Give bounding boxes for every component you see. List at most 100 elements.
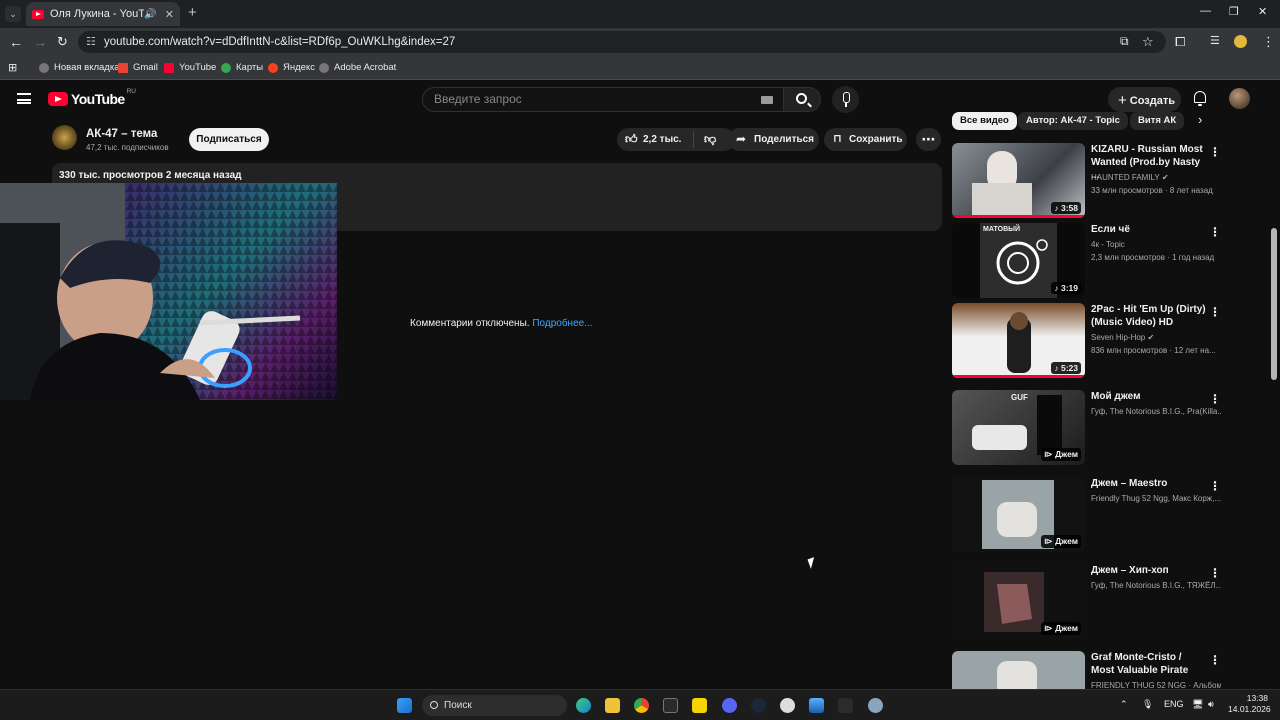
profile-icon[interactable] [1234, 35, 1247, 48]
keyboard-icon[interactable] [761, 96, 773, 104]
video-thumbnail[interactable]: GUF ⧐ Джем [952, 390, 1085, 465]
learn-more-link[interactable]: Подробнее... [532, 318, 592, 329]
recommendation-item[interactable]: ⧐ Джем Джем – Хип-хоп Гуф, The Notorious… [952, 564, 1224, 642]
recommendation-item[interactable]: ♪ 3:58 KIZARU - Russian Most Wanted (Pro… [952, 143, 1224, 221]
tab-search-menu-icon[interactable]: ⌄ [5, 6, 21, 22]
menu-hamburger-icon[interactable] [17, 93, 31, 104]
chip-vitya-ak[interactable]: Витя АК [1130, 112, 1185, 130]
page-scrollbar[interactable] [1271, 228, 1277, 380]
video-title[interactable]: Если чё [1091, 223, 1206, 236]
settings-gear-icon[interactable] [868, 698, 883, 713]
like-icon[interactable]: 👍︎ [625, 128, 638, 151]
chips-next-chevron-icon[interactable]: › [1198, 112, 1202, 127]
new-tab-button[interactable]: + [188, 4, 197, 21]
video-thumbnail[interactable]: ⧐ Джем [952, 564, 1085, 639]
voice-search-icon[interactable] [832, 86, 859, 113]
video-thumbnail[interactable]: ♪ 3:58 [952, 143, 1085, 218]
close-window-icon[interactable]: ✕ [1258, 5, 1267, 18]
bookmark-youtube[interactable]: YouTube [164, 62, 216, 73]
recommendation-item[interactable]: ♪ 5:23 2Pac - Hit 'Em Up (Dirty) (Music … [952, 303, 1224, 381]
apps-grid-icon[interactable]: ⊞ [8, 61, 17, 74]
youtube-logo[interactable]: YouTube RU [48, 88, 136, 107]
more-options-icon[interactable]: ⋮ [1209, 479, 1221, 493]
network-icon[interactable]: 🖥︎ [1192, 699, 1203, 710]
dislike-icon[interactable]: 👎︎ [704, 128, 716, 151]
notifications-bell-icon[interactable] [1193, 90, 1207, 106]
video-title[interactable]: 2Pac - Hit 'Em Up (Dirty) (Music Video) … [1091, 303, 1206, 329]
video-thumbnail[interactable]: ⧐ Джем [952, 477, 1085, 552]
photos-icon[interactable] [809, 698, 824, 713]
video-thumbnail[interactable] [952, 651, 1085, 689]
save-button[interactable]: ⊓ Сохранить [824, 128, 907, 151]
app-icon[interactable] [838, 698, 853, 713]
more-options-icon[interactable]: ⋮ [1209, 225, 1221, 239]
bookmark-yandex[interactable]: Яндекс [268, 62, 315, 73]
bookmark-gmail[interactable]: Gmail [118, 62, 158, 73]
create-button[interactable]: + Создать [1108, 87, 1181, 112]
restore-icon[interactable]: ❐ [1229, 5, 1239, 18]
steam-icon[interactable] [751, 698, 766, 713]
tray-mic-icon[interactable]: 🎙︎ [1142, 699, 1153, 710]
file-explorer-icon[interactable] [605, 698, 620, 713]
bookmark-maps[interactable]: Карты [221, 62, 263, 73]
obs-icon[interactable] [780, 698, 795, 713]
bookmark-new-tab[interactable]: Новая вкладка [39, 62, 119, 73]
input-language[interactable]: ENG [1164, 699, 1184, 709]
video-title[interactable]: Джем – Maestro [1091, 477, 1206, 490]
channel-name[interactable]: АК-47 – тема [86, 128, 157, 140]
bookmark-adobe-acrobat[interactable]: Adobe Acrobat [319, 62, 396, 73]
more-options-icon[interactable]: ⋮ [1209, 305, 1221, 319]
chip-all-videos[interactable]: Все видео [952, 112, 1017, 130]
video-channel[interactable]: HAUNTED FAMILY ✔ [1091, 172, 1221, 184]
close-tab-icon[interactable]: ✕ [165, 8, 174, 21]
channel-avatar[interactable] [52, 125, 77, 150]
more-options-icon[interactable]: ⋮ [1209, 653, 1221, 667]
recommendation-item[interactable]: Graf Monte-Cristo / Most Valuable Pirate… [952, 651, 1224, 689]
video-channel[interactable]: Friendly Thug 52 Ngg, Макс Корж,... [1091, 493, 1221, 505]
reading-list-icon[interactable]: ☰ [1210, 34, 1220, 47]
terminal-icon[interactable] [663, 698, 678, 713]
windows-start-icon[interactable] [397, 698, 412, 713]
video-channel[interactable]: 4к - Topic [1091, 239, 1221, 251]
video-title[interactable]: Джем – Хип-хоп [1091, 564, 1206, 577]
recommendation-item[interactable]: ⧐ Джем Джем – Maestro Friendly Thug 52 N… [952, 477, 1224, 555]
site-info-icon[interactable]: ☷ [86, 31, 96, 53]
forward-icon[interactable]: → [33, 34, 47, 50]
volume-icon[interactable]: 🔊︎ [1208, 699, 1214, 710]
tray-chevron-icon[interactable]: ⌃ [1120, 699, 1128, 710]
edge-icon[interactable] [576, 698, 591, 713]
video-thumbnail[interactable]: ♪ 5:23 [952, 303, 1085, 378]
subscribe-button[interactable]: Подписаться [189, 128, 269, 151]
more-options-icon[interactable]: ⋮ [1209, 392, 1221, 406]
url-field[interactable]: ☷ youtube.com/watch?v=dDdfInttN-c&list=R… [78, 31, 1166, 53]
video-title[interactable]: Мой джем [1091, 390, 1206, 403]
recommendation-item[interactable]: GUF ⧐ Джем Мой джем Гуф, The Notorious B… [952, 390, 1224, 468]
discord-icon[interactable] [722, 698, 737, 713]
share-button[interactable]: ➦ Поделиться [728, 128, 819, 151]
chrome-icon[interactable] [634, 698, 649, 713]
video-channel[interactable]: Гуф, The Notorious B.I.G., Pra(Killa... [1091, 406, 1221, 418]
like-count[interactable]: 2,2 тыс. [643, 128, 681, 151]
video-title[interactable]: Graf Monte-Cristo / Most Valuable Pirate [1091, 651, 1206, 677]
minimize-icon[interactable]: — [1200, 5, 1211, 17]
cast-icon[interactable]: ⧉ [1120, 34, 1129, 49]
video-channel[interactable]: Гуф, The Notorious B.I.G., ТЯЖЁЛ... [1091, 580, 1221, 592]
more-options-icon[interactable]: ⋮ [1209, 145, 1221, 159]
search-button[interactable] [783, 87, 821, 112]
app-icon[interactable] [692, 698, 707, 713]
video-thumbnail[interactable]: МАТОВЫЙ ♪ 3:19 [952, 223, 1085, 298]
extensions-icon[interactable]: ⧠ [1175, 34, 1185, 50]
speaker-icon[interactable]: 🔊 [144, 9, 156, 20]
reload-icon[interactable]: ↻ [57, 34, 68, 50]
account-avatar[interactable] [1229, 88, 1250, 109]
bookmark-star-icon[interactable]: ☆ [1142, 34, 1154, 50]
more-actions-button[interactable]: ⋯ [916, 128, 941, 151]
search-input[interactable]: Введите запрос [422, 87, 784, 112]
browser-menu-icon[interactable]: ⋮ [1262, 34, 1275, 50]
clock[interactable]: 13:38 14.01.2026 [1228, 693, 1271, 715]
more-options-icon[interactable]: ⋮ [1209, 566, 1221, 580]
back-icon[interactable]: ← [9, 34, 23, 50]
taskbar-search[interactable]: Поиск [422, 695, 567, 716]
video-channel[interactable]: FRIENDLY THUG 52 NGG · Альбом [1091, 680, 1221, 689]
browser-tab[interactable]: Оля Лукина - YouTube 🔊 ✕ [26, 2, 180, 26]
